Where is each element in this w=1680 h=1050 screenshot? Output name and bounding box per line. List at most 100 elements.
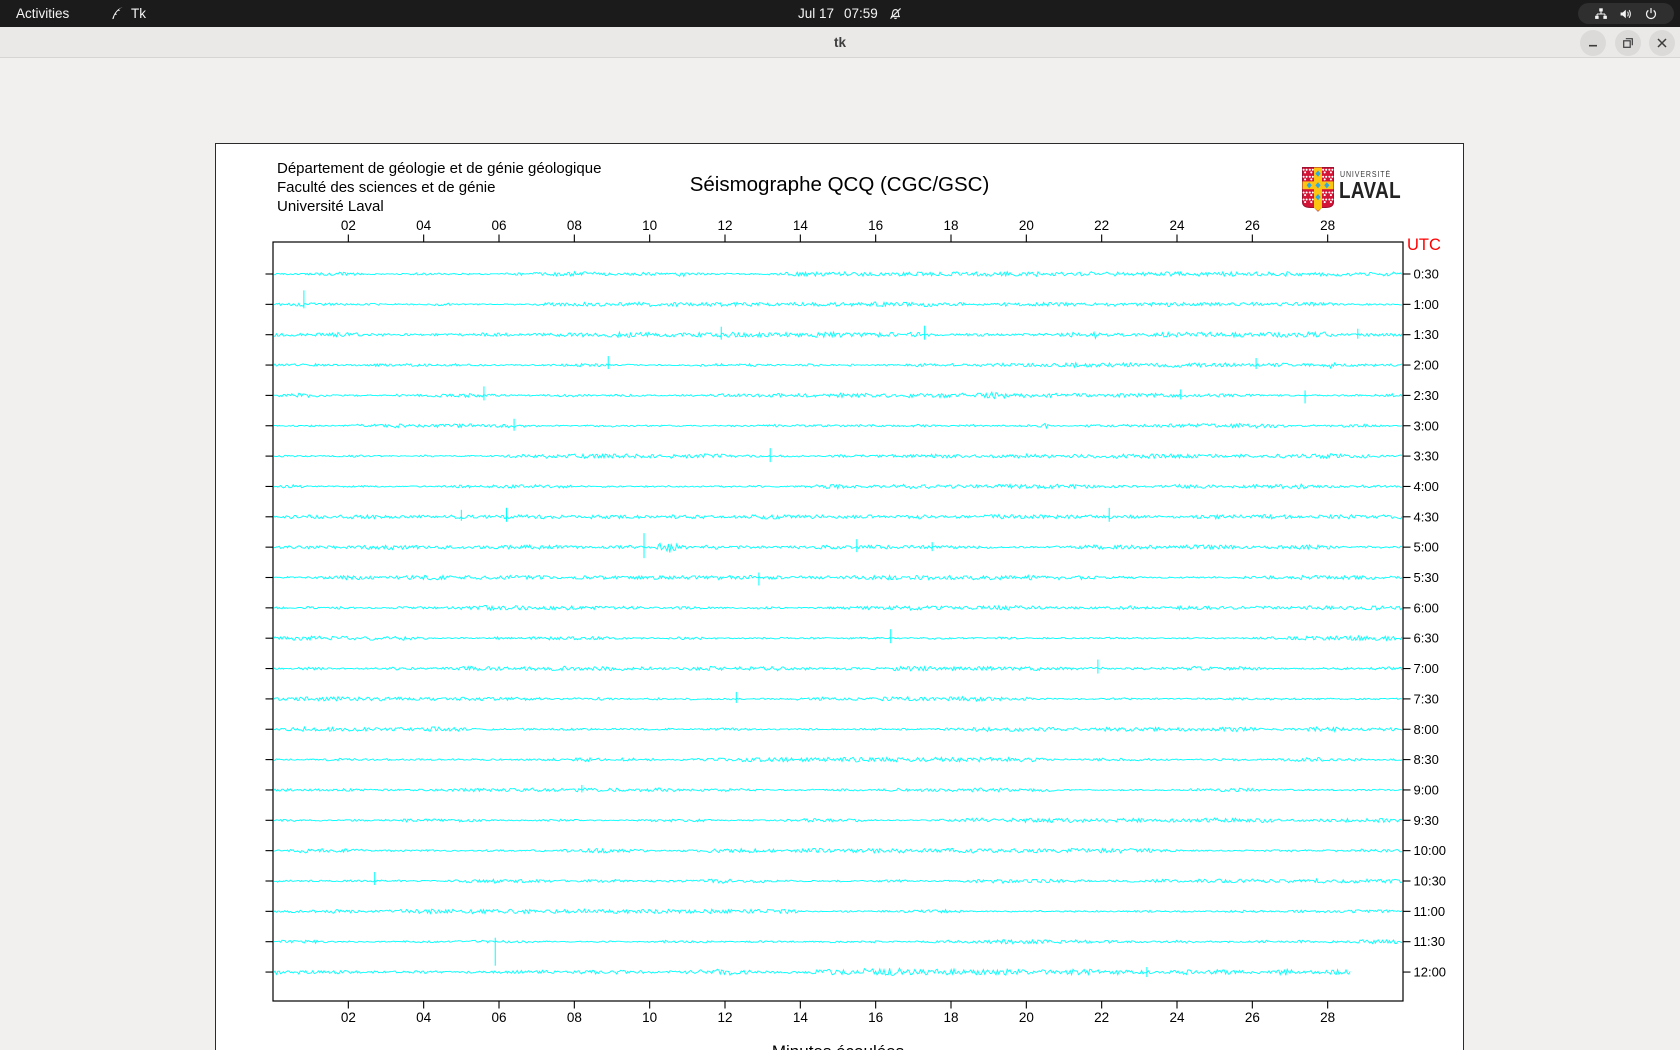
utc-row-label: 4:30 — [1414, 509, 1439, 524]
seismogram-trace — [274, 392, 1402, 398]
activities-label: Activities — [16, 6, 69, 21]
bottom-axis-tick-label: 28 — [1320, 1010, 1335, 1025]
minimize-button[interactable] — [1580, 30, 1606, 56]
utc-row-label: 8:00 — [1414, 722, 1439, 737]
seismogram-trace — [274, 666, 1402, 671]
seismogram-trace — [274, 697, 1402, 702]
utc-row-label: 1:30 — [1414, 327, 1439, 342]
top-axis-tick-label: 06 — [491, 218, 506, 233]
top-axis-tick-label: 12 — [717, 218, 732, 233]
top-axis-tick-label: 16 — [868, 218, 883, 233]
tk-app-label: Tk — [131, 6, 146, 21]
seismogram-trace — [274, 423, 1402, 428]
top-axis-tick-label: 24 — [1169, 218, 1185, 233]
seismogram-trace — [274, 332, 1402, 338]
seismogram-trace — [274, 606, 1402, 611]
window-titlebar: tk — [0, 27, 1680, 58]
bottom-axis-tick-label: 10 — [642, 1010, 657, 1025]
notifications-muted-icon — [888, 6, 903, 21]
utc-axis-label: UTC — [1407, 236, 1441, 254]
close-button[interactable] — [1649, 30, 1675, 56]
seismogram-trace — [274, 454, 1402, 459]
top-axis-tick-label: 10 — [642, 218, 657, 233]
tk-window-body: Département de géologie et de génie géol… — [0, 58, 1680, 1050]
utc-row-label: 2:30 — [1414, 388, 1439, 403]
bottom-axis-tick-label: 20 — [1019, 1010, 1034, 1025]
tk-feather-icon — [110, 6, 125, 21]
bottom-axis-tick-label: 02 — [341, 1010, 356, 1025]
utc-row-label: 7:00 — [1414, 661, 1439, 676]
seismogram-trace — [274, 363, 1402, 368]
utc-row-label: 11:30 — [1414, 934, 1446, 949]
utc-row-label: 1:00 — [1414, 297, 1439, 312]
utc-row-label: 11:00 — [1414, 904, 1446, 919]
seismograph-panel: Département de géologie et de génie géol… — [215, 143, 1464, 1050]
utc-row-label: 9:30 — [1414, 813, 1439, 828]
top-axis-tick-label: 26 — [1245, 218, 1260, 233]
top-axis-tick-label: 08 — [567, 218, 582, 233]
utc-row-label: 5:00 — [1414, 540, 1439, 555]
volume-icon — [1619, 7, 1633, 21]
seismogram-trace — [274, 636, 1402, 641]
seismogram-trace — [274, 727, 1402, 732]
tk-app-menu[interactable]: Tk — [110, 0, 146, 27]
seismogram-trace — [274, 757, 1402, 762]
top-axis-tick-label: 18 — [943, 218, 958, 233]
seismogram-trace — [274, 272, 1402, 277]
seismogram-trace — [274, 848, 1402, 853]
top-axis-tick-label: 22 — [1094, 218, 1109, 233]
network-wired-icon — [1594, 7, 1608, 21]
top-axis-tick-label: 04 — [416, 218, 432, 233]
maximize-button[interactable] — [1615, 30, 1641, 56]
bottom-axis-tick-label: 08 — [567, 1010, 582, 1025]
bottom-axis-tick-label: 14 — [793, 1010, 809, 1025]
bottom-axis-tick-label: 04 — [416, 1010, 432, 1025]
seismogram-trace — [274, 543, 1402, 552]
bottom-axis-tick-label: 16 — [868, 1010, 883, 1025]
clock-time: 07:59 — [844, 6, 878, 21]
top-axis-tick-label: 28 — [1320, 218, 1335, 233]
utc-row-label: 2:00 — [1414, 358, 1439, 373]
seismogram-trace — [274, 940, 1402, 944]
clock-button[interactable]: Jul 17 07:59 — [798, 0, 903, 27]
seismogram-trace — [274, 575, 1402, 580]
top-axis-tick-label: 02 — [341, 218, 356, 233]
gnome-top-bar: Activities Tk Jul 17 07:59 — [0, 0, 1680, 27]
bottom-axis-tick-label: 18 — [943, 1010, 958, 1025]
seismogram-trace — [274, 302, 1402, 307]
seismogram-trace — [274, 879, 1402, 883]
bottom-axis-tick-label: 22 — [1094, 1010, 1109, 1025]
power-icon — [1644, 7, 1658, 21]
seismograph-plot: 02 02 04 04 06 06 08 08 10 10 12 12 14 14 16 16 18 18 20 20… — [216, 144, 1463, 1050]
plot-border — [273, 242, 1403, 1001]
quick-settings-button[interactable] — [1578, 3, 1674, 24]
bottom-axis-tick-label: 06 — [491, 1010, 506, 1025]
bottom-axis-tick-label: 24 — [1169, 1010, 1185, 1025]
activities-button[interactable]: Activities — [16, 0, 69, 27]
window-title: tk — [0, 27, 1680, 58]
utc-row-label: 4:00 — [1414, 479, 1439, 494]
utc-row-label: 9:00 — [1414, 782, 1439, 797]
top-axis-tick-label: 14 — [793, 218, 809, 233]
seismogram-trace — [274, 788, 1402, 792]
bottom-axis-tick-label: 26 — [1245, 1010, 1260, 1025]
seismogram-trace — [274, 818, 1402, 823]
seismogram-trace — [274, 968, 1351, 975]
utc-row-label: 10:30 — [1414, 874, 1447, 889]
x-axis-title: Minutes écoulées — [772, 1042, 904, 1050]
utc-row-label: 5:30 — [1414, 570, 1439, 585]
utc-row-label: 3:30 — [1414, 449, 1439, 464]
utc-row-label: 6:00 — [1414, 600, 1439, 615]
seismogram-trace — [274, 909, 1402, 914]
bottom-axis-tick-label: 12 — [717, 1010, 732, 1025]
utc-row-label: 0:30 — [1414, 267, 1439, 282]
desktop: { "topbar": { "activities": "Activities"… — [0, 0, 1680, 1050]
seismogram-trace — [274, 484, 1402, 489]
utc-row-label: 10:00 — [1414, 843, 1447, 858]
utc-row-label: 7:30 — [1414, 691, 1439, 706]
clock-date: Jul 17 — [798, 6, 834, 21]
top-axis-tick-label: 20 — [1019, 218, 1034, 233]
utc-row-label: 8:30 — [1414, 752, 1439, 767]
utc-row-label: 3:00 — [1414, 418, 1439, 433]
seismogram-trace — [274, 515, 1402, 520]
